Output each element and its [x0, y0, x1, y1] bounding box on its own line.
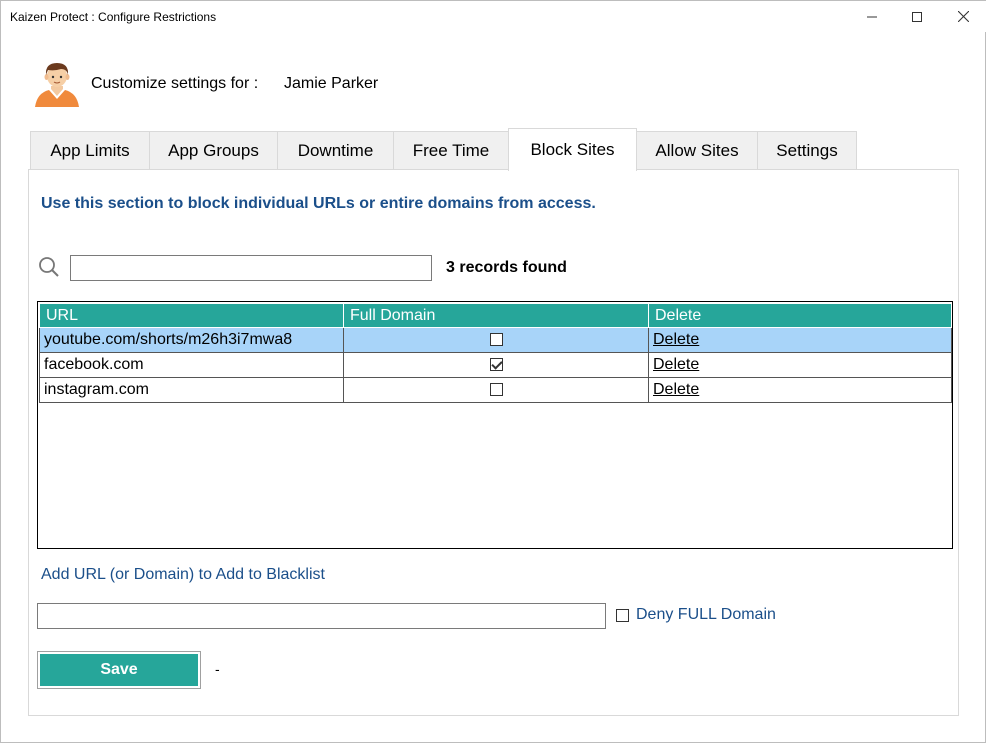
column-header-full-domain[interactable]: Full Domain	[343, 303, 649, 328]
tab-downtime[interactable]: Downtime	[277, 131, 394, 170]
section-description: Use this section to block individual URL…	[41, 195, 596, 212]
user-header: Customize settings for : Jamie Parker	[31, 59, 631, 107]
save-button-frame: Save	[37, 651, 201, 689]
full-domain-checkbox[interactable]	[489, 358, 503, 372]
full-domain-checkbox[interactable]	[489, 333, 503, 347]
tab-free-time[interactable]: Free Time	[393, 131, 509, 170]
delete-link[interactable]: Delete	[653, 356, 699, 373]
maximize-icon	[912, 11, 922, 22]
tab-allow-sites[interactable]: Allow Sites	[636, 131, 758, 170]
table-row[interactable]: facebook.com Delete	[39, 352, 952, 378]
tab-app-limits[interactable]: App Limits	[30, 131, 150, 170]
column-header-delete[interactable]: Delete	[648, 303, 952, 328]
url-cell[interactable]: youtube.com/shorts/m26h3i7mwa8	[39, 327, 344, 353]
window-title: Kaizen Protect : Configure Restrictions	[10, 10, 217, 24]
block-sites-panel: Use this section to block individual URL…	[28, 169, 959, 716]
url-cell[interactable]: facebook.com	[39, 352, 344, 378]
tab-label: Block Sites	[530, 140, 615, 159]
blocked-sites-table: URL Full Domain Delete youtube.com/short…	[39, 303, 952, 403]
user-name: Jamie Parker	[284, 75, 379, 92]
full-domain-checkbox[interactable]	[489, 383, 503, 397]
tab-label: Settings	[776, 141, 838, 160]
tab-label: Downtime	[297, 141, 374, 160]
tab-label: App Limits	[50, 141, 130, 160]
table-row[interactable]: instagram.com Delete	[39, 377, 952, 403]
delete-cell: Delete	[648, 377, 952, 403]
search-input[interactable]	[70, 255, 432, 281]
full-domain-cell	[343, 327, 649, 353]
save-button[interactable]: Save	[40, 654, 198, 686]
minimize-icon	[867, 16, 877, 17]
delete-link[interactable]: Delete	[653, 381, 699, 398]
records-count: 3 records found	[446, 259, 567, 276]
table-header-row: URL Full Domain Delete	[39, 303, 952, 328]
add-url-input[interactable]	[37, 603, 606, 629]
deny-full-domain-checkbox[interactable]	[616, 609, 629, 622]
tab-label: Free Time	[412, 141, 490, 160]
delete-cell: Delete	[648, 352, 952, 378]
column-header-url[interactable]: URL	[39, 303, 344, 328]
delete-link[interactable]: Delete	[653, 331, 699, 348]
search-icon	[39, 257, 59, 277]
tab-app-groups[interactable]: App Groups	[149, 131, 278, 170]
tab-block-sites[interactable]: Block Sites	[508, 128, 637, 171]
customize-label: Customize settings for :	[91, 75, 259, 92]
save-status: -	[215, 661, 220, 677]
title-bar[interactable]: Kaizen Protect : Configure Restrictions	[1, 1, 986, 32]
table-row[interactable]: youtube.com/shorts/m26h3i7mwa8 Delete	[39, 327, 952, 353]
tab-settings[interactable]: Settings	[757, 131, 857, 170]
maximize-button[interactable]	[894, 1, 940, 32]
tab-label: App Groups	[168, 141, 259, 160]
app-window: Kaizen Protect : Configure Restrictions …	[0, 0, 986, 743]
delete-cell: Delete	[648, 327, 952, 353]
full-domain-cell	[343, 377, 649, 403]
url-cell[interactable]: instagram.com	[39, 377, 344, 403]
minimize-button[interactable]	[849, 1, 895, 32]
blocked-sites-grid[interactable]: URL Full Domain Delete youtube.com/short…	[37, 301, 953, 549]
add-url-label: Add URL (or Domain) to Add to Blacklist	[41, 566, 325, 583]
tab-strip: App Limits App Groups Downtime Free Time…	[30, 128, 860, 171]
close-button[interactable]	[940, 1, 986, 32]
tab-label: Allow Sites	[655, 141, 739, 160]
full-domain-cell	[343, 352, 649, 378]
user-avatar-icon	[35, 63, 79, 107]
deny-full-domain-label[interactable]: Deny FULL Domain	[636, 606, 776, 624]
close-icon	[957, 11, 969, 22]
